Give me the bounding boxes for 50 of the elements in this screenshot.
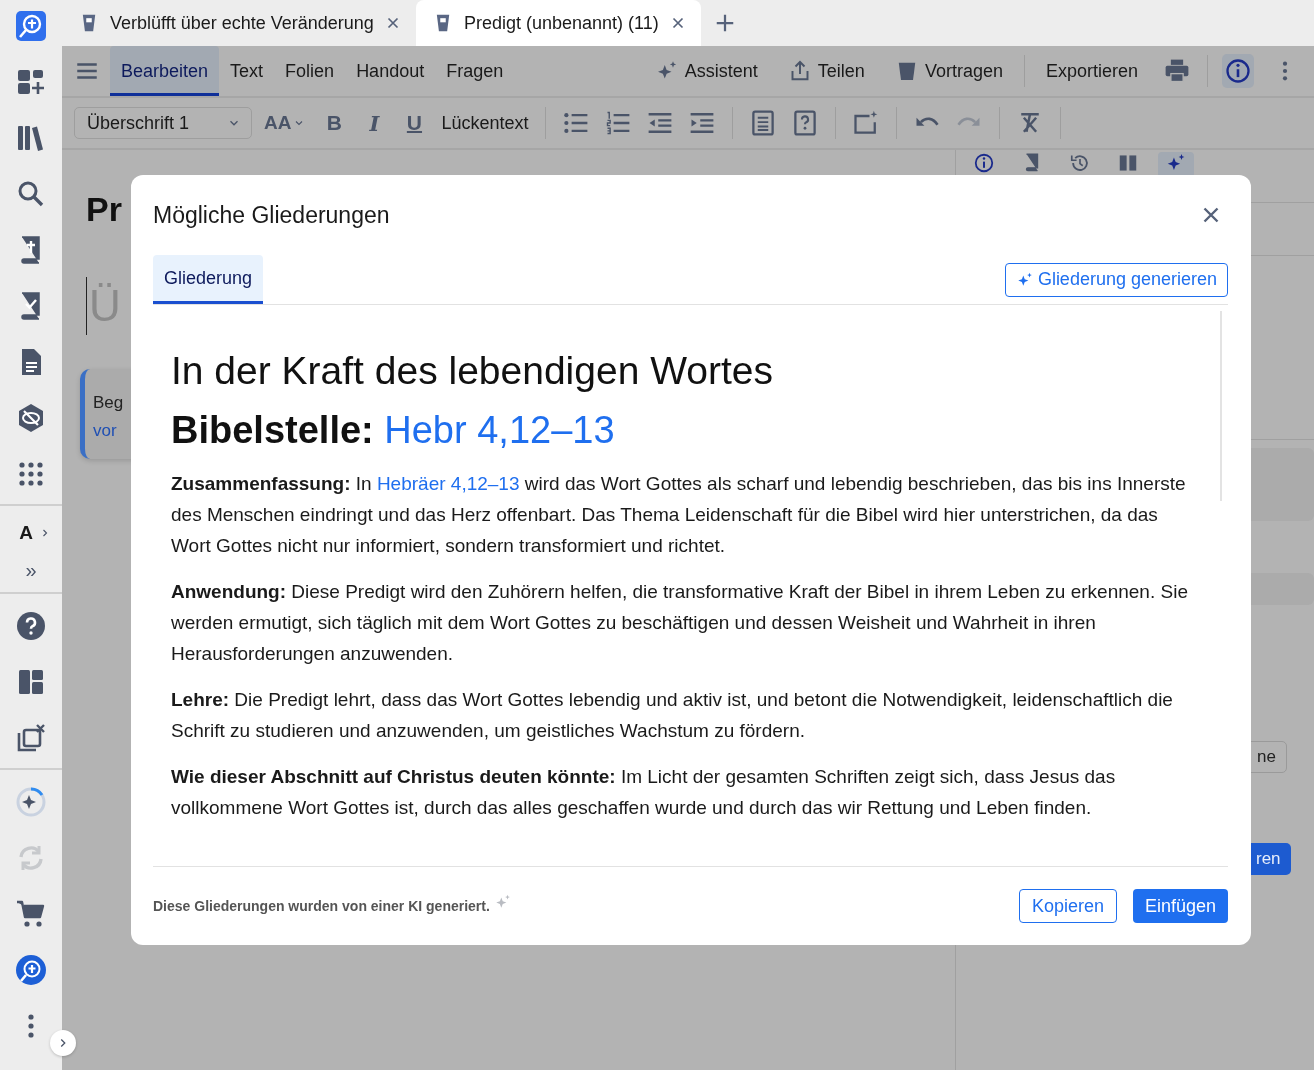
passage-heading: Bibelstelle: Hebr 4,12–13 — [171, 409, 616, 452]
italic-button[interactable]: I — [357, 110, 392, 136]
cart-icon[interactable] — [15, 898, 47, 930]
logo-circle-icon[interactable] — [15, 954, 47, 986]
dialog-tab[interactable]: Gliederung — [153, 255, 264, 304]
expand-button[interactable]: » — [25, 562, 37, 578]
menu-tab[interactable]: Handout — [345, 46, 436, 96]
history-icon — [1069, 152, 1091, 174]
font-button[interactable]: A — [19, 522, 33, 544]
copy-button[interactable]: Kopieren — [1018, 889, 1117, 923]
font-size-button[interactable]: AA — [258, 112, 312, 134]
document-tab[interactable]: Verblüfft über echte Veränderung — [62, 0, 416, 46]
menu-tab[interactable]: Text — [219, 46, 275, 96]
info-icon — [973, 152, 995, 174]
menu-tab[interactable]: Bearbeiten — [110, 46, 220, 96]
ai-disclaimer: Diese Gliederungen wurden von einer KI generiert. — [153, 898, 490, 914]
app-logo-icon[interactable] — [15, 10, 47, 42]
document-title: Pr — [86, 190, 122, 229]
paragraph-style-dropdown[interactable]: Überschrift 1 — [74, 107, 252, 139]
outline-paragraph: Wie dieser Abschnitt auf Christus deuten könnte: Im Licht der gesamten Schriften zeigt sich, dass Jesus das vollkommene Wort Gottes ist, durch das alles geschaffen wurde und durch das wir Rettung und Leben finden. — [171, 765, 1117, 820]
cloze-button[interactable]: Lückentext — [437, 112, 533, 134]
sparkle-progress-icon[interactable] — [15, 786, 47, 818]
outline-paragraph: Zusammenfassung: In Hebräer 4,12–13 wird das Wort Gottes als scharf und lebendig beschrieben, das bis ins Innerste des Menschen eindringt und das Herz offenbart. Das Thema Leidenschaft für die Bibel wird hier unterstrichen, da das Wort Gottes nicht nur informiert, sondern transformiert und richtet. — [171, 472, 1187, 558]
bold-button[interactable]: B — [317, 111, 352, 135]
tab-title: Predigt (unbenannt) (11) — [463, 12, 659, 34]
insert-button[interactable]: Einfügen — [1132, 889, 1228, 923]
panel-tab[interactable] — [1158, 152, 1194, 178]
columns-icon — [1117, 152, 1139, 174]
generate-button[interactable]: Gliederung generieren — [1004, 262, 1228, 297]
underline-button[interactable]: U — [397, 111, 432, 135]
add-box-icon[interactable] — [851, 109, 880, 137]
tab-title: Verblüfft über echte Veränderung — [110, 12, 374, 34]
info-icon — [1224, 57, 1252, 85]
outline-paragraph: Anwendung: Diese Predigt wird den Zuhörern helfen, die transformative Kraft der Bibel in ihrem Leben zu erkennen. Sie werden ermutigt, sich täglich mit dem Wort Gottes zu beschäftigen und dessen Weisheit und Wahrheit in ihren Herausforderungen anzuwenden. — [171, 580, 1188, 666]
assistant-button[interactable]: Assistent — [639, 51, 773, 91]
document-tab[interactable]: Predigt (unbenannt) (11) — [415, 0, 701, 46]
passage-link[interactable]: Hebr 4,12–13 — [384, 409, 615, 451]
card-text: Beg — [93, 392, 125, 414]
info-button[interactable] — [1222, 54, 1254, 88]
outline-heading: In der Kraft des lebendigen Wortes — [171, 349, 774, 393]
export-button[interactable]: Exportieren — [1030, 51, 1153, 91]
menu-tab[interactable]: Folien — [274, 46, 346, 96]
present-button[interactable]: Vortragen — [879, 51, 1018, 91]
menu-tab[interactable]: Fragen — [435, 46, 515, 96]
scripture-link[interactable]: Hebräer 4,12–13 — [376, 473, 520, 494]
help-icon[interactable] — [15, 610, 47, 642]
outline-paragraph: Lehre: Die Predigt lehrt, dass das Wort Gottes lebendig und aktiv ist, und betont die Notwendigkeit, leidenschaftlich die Schrift zu studieren und anzuwenden, um geistliches Wachstum zu fördern. — [171, 688, 1174, 743]
copy-close-icon[interactable] — [15, 722, 47, 754]
dialog-title: Mögliche Gliederungen — [153, 201, 390, 229]
share-button[interactable]: Teilen — [772, 51, 880, 91]
